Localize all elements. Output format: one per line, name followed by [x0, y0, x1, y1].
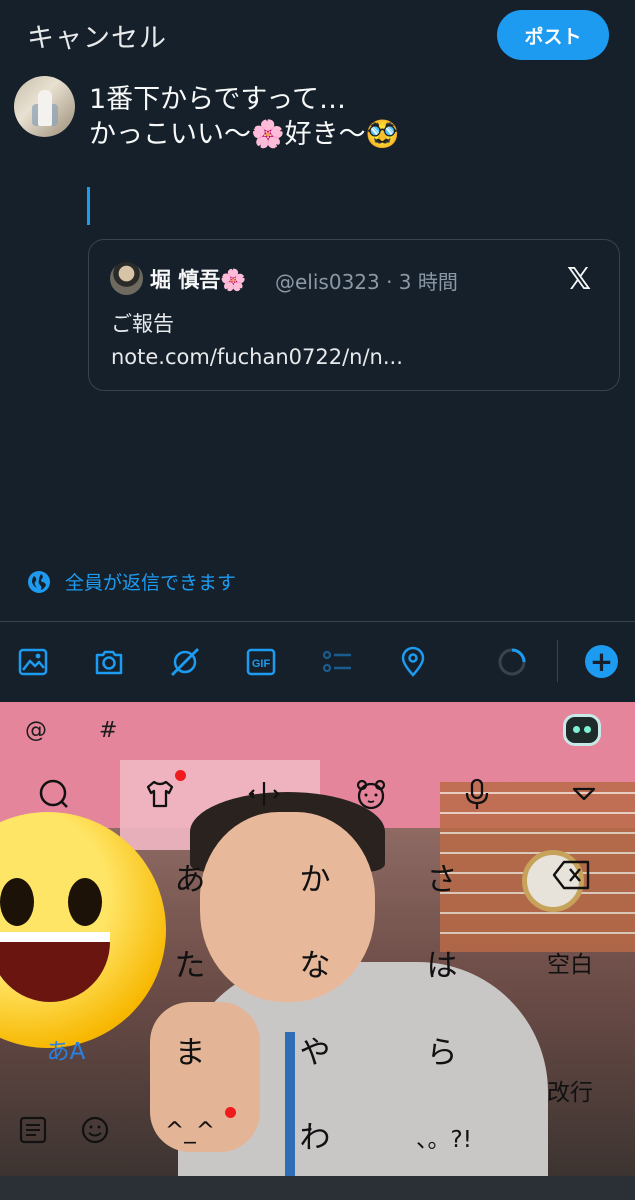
notification-dot — [175, 770, 186, 781]
x-logo-icon: 𝕏 — [567, 262, 592, 297]
smiley-eye — [0, 878, 34, 926]
key-ra[interactable]: ら — [412, 1027, 472, 1072]
reply-permission-label: 全員が返信できます — [65, 572, 237, 594]
quoted-tweet-card[interactable]: 堀 慎吾🌸 @elis0323 · 3 時間 𝕏 ご報告 note.com/fu… — [88, 239, 620, 391]
gif-label: GIF — [252, 658, 271, 670]
key-a[interactable]: あ — [160, 854, 220, 899]
smiley-mouth — [0, 932, 110, 1002]
user-avatar[interactable] — [14, 76, 75, 137]
emoji-icon[interactable] — [80, 1115, 110, 1145]
cursor-move-icon[interactable] — [246, 776, 282, 812]
quoted-author-handle-time: @elis0323 · 3 時間 — [275, 270, 458, 294]
key-sa[interactable]: さ — [412, 854, 472, 899]
search-icon[interactable] — [36, 776, 72, 812]
tweet-text-line: 1番下からですって… — [89, 84, 346, 115]
text-cursor — [87, 187, 90, 225]
key-at[interactable]: @ — [25, 718, 47, 743]
tweet-text-line: かっこいい〜🌸好き〜🥸 — [89, 119, 400, 150]
reply-permission-button[interactable]: 全員が返信できます — [27, 568, 236, 595]
add-thread-button[interactable]: + — [585, 645, 618, 678]
cancel-button[interactable]: キャンセル — [27, 16, 167, 55]
key-wa[interactable]: わ — [285, 1112, 345, 1157]
quoted-tweet-line: ご報告 — [111, 312, 174, 336]
camera-icon[interactable] — [93, 646, 125, 678]
progress-ring-icon — [498, 648, 526, 676]
quoted-tweet-link: note.com/fuchan0722/n/n... — [111, 345, 403, 369]
key-kaomoji[interactable]: ^_^ — [160, 1118, 220, 1144]
keyboard-switch-icon[interactable] — [18, 1115, 48, 1145]
grok-icon[interactable] — [169, 646, 201, 678]
robot-assistant-icon[interactable] — [563, 714, 601, 746]
quoted-tweet-body: ご報告 note.com/fuchan0722/n/n... — [111, 308, 403, 374]
tweet-text-input[interactable]: 1番下からですって… かっこいい〜🌸好き〜🥸 — [89, 82, 399, 152]
microphone-icon[interactable] — [459, 776, 495, 812]
shirt-icon[interactable] — [142, 776, 178, 812]
toolbar-separator — [557, 640, 558, 682]
key-space[interactable]: 空白 — [536, 945, 604, 979]
poll-icon[interactable] — [321, 646, 353, 678]
key-hash[interactable]: # — [99, 718, 117, 743]
post-button[interactable]: ポスト — [497, 10, 609, 60]
gif-icon[interactable]: GIF — [245, 646, 277, 678]
key-punctuation[interactable]: 、。?! — [408, 1120, 480, 1154]
key-enter[interactable]: 改行 — [536, 1073, 604, 1107]
bear-face-icon[interactable] — [353, 776, 389, 812]
key-ka[interactable]: か — [285, 854, 345, 899]
location-icon[interactable] — [397, 646, 429, 678]
key-ta[interactable]: た — [160, 940, 220, 985]
smiley-eye — [68, 878, 102, 926]
notification-dot — [225, 1107, 236, 1118]
globe-icon — [28, 570, 50, 593]
key-na[interactable]: な — [285, 940, 345, 985]
key-ma[interactable]: ま — [160, 1027, 220, 1072]
keyboard: @ # あ か さ た な は 空白 あA ま や ら 改行 ^_^ わ 、。?… — [0, 702, 635, 1176]
system-bottom-bar — [0, 1176, 635, 1200]
compose-header: キャンセル ポスト — [0, 0, 635, 70]
collapse-icon[interactable] — [566, 776, 602, 812]
key-mode-switch[interactable]: あA — [38, 1032, 94, 1066]
quoted-author-name: 堀 慎吾🌸 — [150, 268, 247, 292]
quoted-author-avatar — [110, 262, 143, 295]
image-icon[interactable] — [17, 646, 49, 678]
keyboard-tool-row — [0, 770, 635, 814]
key-ya[interactable]: や — [285, 1027, 345, 1072]
backspace-icon[interactable] — [552, 859, 592, 891]
compose-toolbar: GIF + — [0, 622, 635, 702]
keyboard-symbol-row: @ # — [0, 714, 635, 750]
avatar-figure — [38, 90, 52, 126]
key-ha[interactable]: は — [412, 940, 472, 985]
